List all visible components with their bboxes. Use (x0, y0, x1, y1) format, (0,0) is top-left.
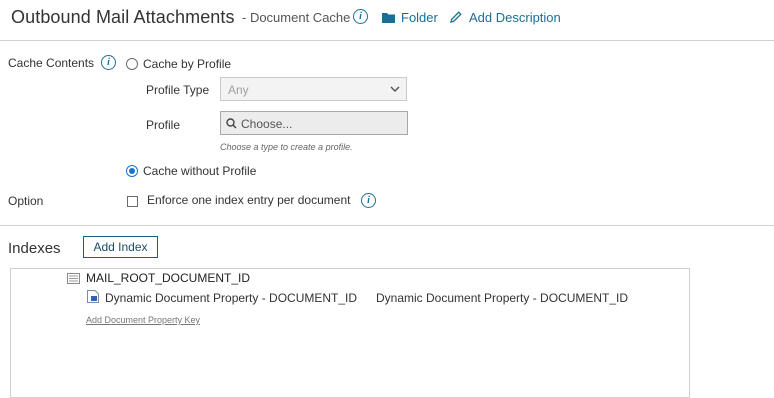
page-title: Outbound Mail Attachments (11, 7, 235, 27)
document-property-icon (87, 290, 99, 303)
cache-by-profile-radio[interactable] (126, 58, 138, 70)
profile-chooser[interactable]: Choose... (220, 111, 408, 135)
chevron-down-icon (390, 86, 400, 93)
header-divider (0, 40, 774, 41)
profile-chooser-text: Choose... (241, 117, 293, 131)
enforce-index-label[interactable]: Enforce one index entry per document (147, 193, 350, 207)
folder-icon (382, 13, 395, 23)
cache-without-profile-label[interactable]: Cache without Profile (143, 164, 256, 178)
enforce-info-icon[interactable]: i (361, 193, 376, 208)
profile-hint: Choose a type to create a profile. (220, 142, 353, 152)
cache-contents-label: Cache Contents (8, 56, 95, 70)
add-description-label: Add Description (469, 10, 561, 25)
option-label: Option (8, 194, 44, 208)
folder-label: Folder (401, 10, 438, 25)
enforce-index-checkbox[interactable] (127, 196, 138, 207)
index-key-value: Dynamic Document Property - DOCUMENT_ID (376, 291, 629, 305)
info-icon[interactable]: i (353, 9, 368, 24)
search-icon (226, 118, 237, 129)
profile-type-label: Profile Type (146, 83, 210, 97)
add-document-property-key-link[interactable]: Add Document Property Key (86, 315, 200, 325)
profile-label: Profile (146, 118, 181, 132)
profile-type-value: Any (228, 83, 249, 97)
add-index-button[interactable]: Add Index (83, 236, 158, 258)
page-subtitle: - Document Cache (242, 10, 351, 25)
cache-by-profile-label[interactable]: Cache by Profile (143, 57, 231, 71)
indexes-heading: Indexes (8, 240, 61, 257)
cache-info-icon[interactable]: i (101, 55, 116, 70)
cache-without-profile-radio[interactable] (126, 165, 138, 177)
indexes-panel: MAIL_ROOT_DOCUMENT_ID Dynamic Document P… (10, 268, 690, 398)
pencil-icon (450, 11, 462, 23)
index-name[interactable]: MAIL_ROOT_DOCUMENT_ID (86, 271, 250, 285)
profile-type-select[interactable]: Any (220, 77, 407, 101)
index-icon (67, 273, 80, 284)
section-divider (0, 225, 774, 226)
index-key-property[interactable]: Dynamic Document Property - DOCUMENT_ID (105, 291, 357, 305)
